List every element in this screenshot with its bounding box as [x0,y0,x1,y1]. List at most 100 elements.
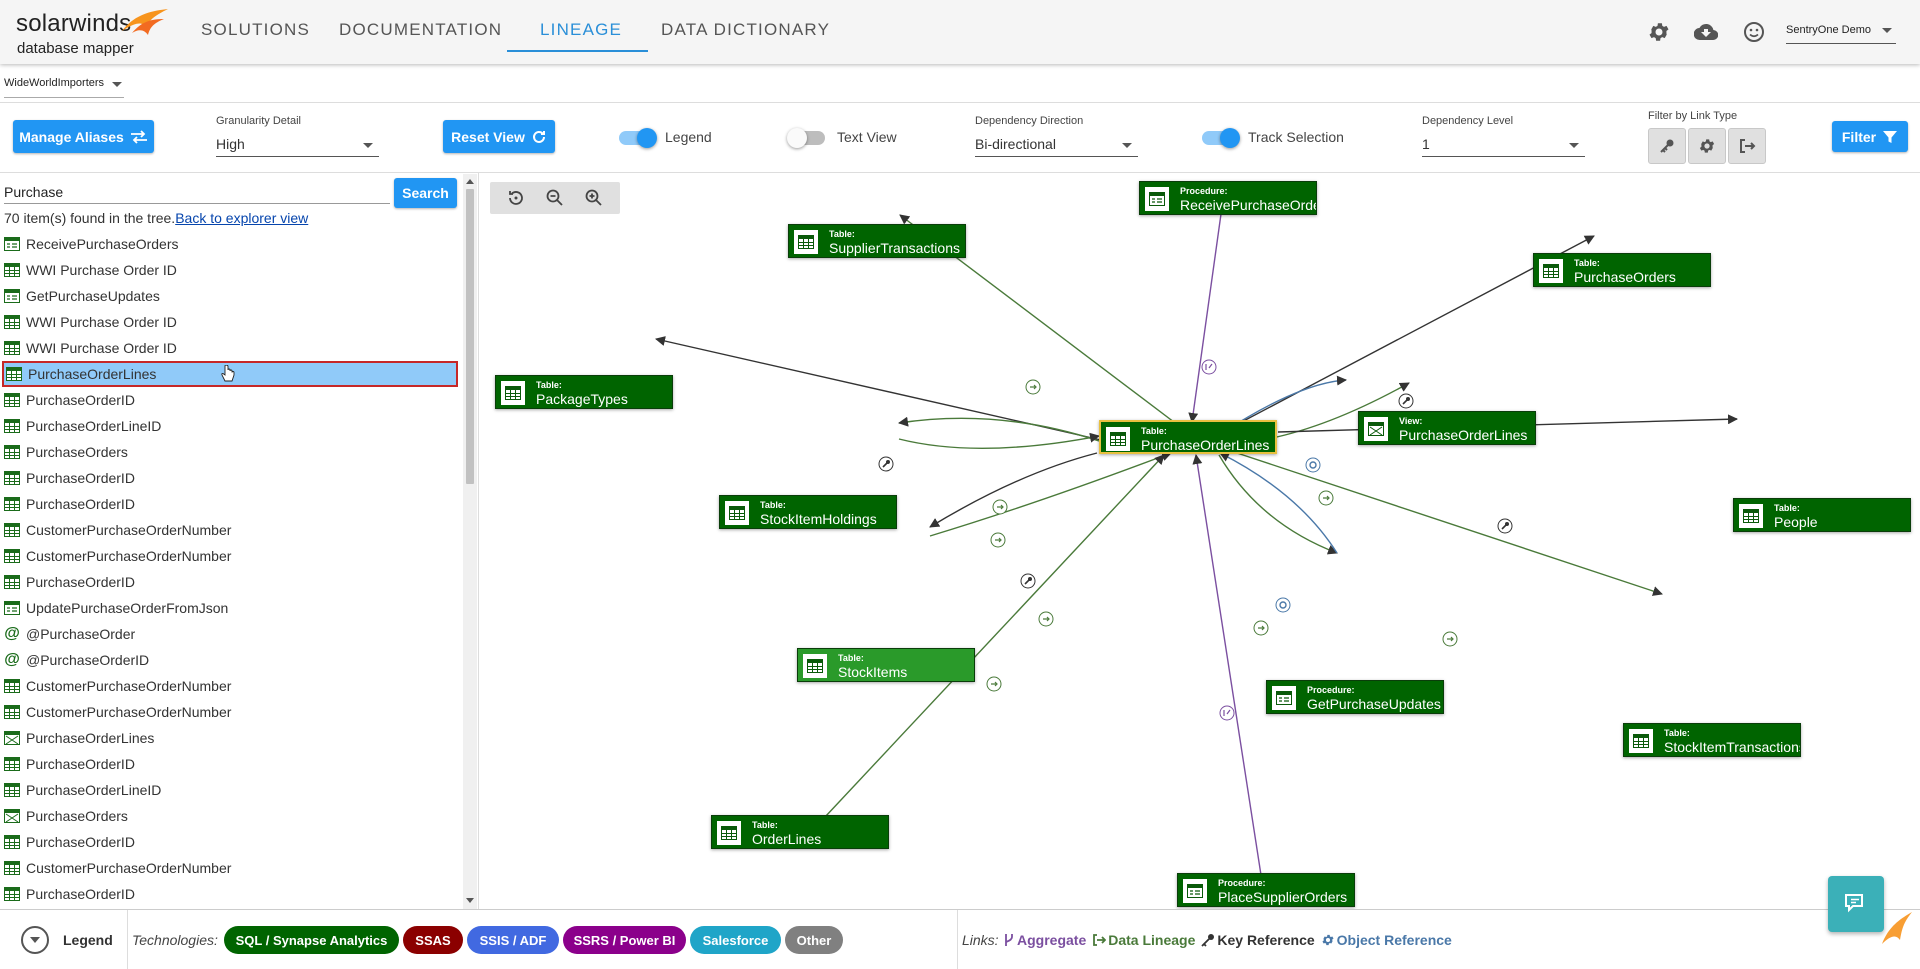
logo[interactable]: solarwinds database mapper [16,9,168,58]
link-line [1192,454,1262,876]
filter-button[interactable]: Filter [1832,121,1908,152]
reset-zoom-icon[interactable] [506,188,526,208]
database-select[interactable]: WideWorldImporters [4,74,124,98]
tree-item[interactable]: PurchaseOrders [0,803,462,829]
tree-item[interactable]: CustomerPurchaseOrderNumber [0,517,462,543]
nav-tab-documentation[interactable]: DOCUMENTATION [339,20,502,40]
filter-data-lineage-button[interactable] [1728,128,1766,164]
lineage-node[interactable]: Table: People [1733,498,1911,532]
lineage-node[interactable]: Table: StockItems [797,648,975,682]
solarwinds-flame-icon [1882,912,1912,944]
tree-item[interactable]: WWI Purchase Order ID [0,309,462,335]
granularity-select[interactable]: High [216,131,379,157]
tree-item[interactable]: PurchaseOrderID [0,569,462,595]
swap-arrows-icon [130,129,147,144]
dependency-level-select[interactable]: 1 [1422,131,1585,157]
filter-object-reference-button[interactable] [1688,128,1726,164]
tree-item-label: CustomerPurchaseOrderNumber [26,522,232,538]
user-select[interactable]: SentryOne Demo [1786,16,1896,44]
link-legend-aggregate-label: Aggregate [1017,932,1087,948]
zoom-in-icon[interactable] [584,188,604,208]
tree-item[interactable]: PurchaseOrderID [0,387,462,413]
table-icon [794,230,818,254]
chat-button[interactable] [1828,876,1884,932]
tree-item[interactable]: CustomerPurchaseOrderNumber [0,673,462,699]
tree-item[interactable]: WWI Purchase Order ID [0,257,462,283]
zoom-out-icon[interactable] [545,188,565,208]
tree-item[interactable]: PurchaseOrderLines [2,361,458,387]
tree-item-label: PurchaseOrderLineID [26,782,162,798]
tree-item[interactable]: ReceivePurchaseOrders [0,231,462,257]
tree-item[interactable]: WWI Purchase Order ID [0,335,462,361]
tree-scrollbar[interactable] [463,174,477,909]
legend-toggle[interactable] [619,128,657,148]
tree-item[interactable]: PurchaseOrderID [0,491,462,517]
tree-item[interactable]: PurchaseOrderLineID [0,777,462,803]
links-label: Links: [962,932,999,948]
lineage-node[interactable]: Table: StockItemTransactions [1623,723,1801,757]
direction-select[interactable]: Bi-directional [975,131,1138,157]
hand-cursor-icon [221,364,235,386]
node-type: Table: [1574,258,1600,268]
tree-item[interactable]: PurchaseOrderID [0,751,462,777]
lineage-node[interactable]: Table: PurchaseOrders [1533,253,1711,287]
lineage-node[interactable]: Table: StockItemHoldings [719,495,897,529]
lineage-canvas[interactable]: Table: PurchaseOrderLines Procedure: Receiv… [479,173,1920,909]
search-button[interactable]: Search [394,178,457,208]
node-name: StockItems [838,664,908,680]
tree-item[interactable]: @ @PurchaseOrder [0,621,462,647]
smiley-icon[interactable] [1742,20,1766,44]
nav-tab-data-dictionary[interactable]: DATA DICTIONARY [661,20,830,40]
lineage-node[interactable]: Table: PurchaseOrderLines [1099,420,1277,454]
reset-view-button[interactable]: Reset View [443,120,555,153]
node-type: Table: [1664,728,1690,738]
tree-item[interactable]: PurchaseOrderLines [0,725,462,751]
tree-item[interactable]: PurchaseOrderID [0,881,462,907]
lineage-node[interactable]: View: PurchaseOrderLines [1358,411,1536,445]
lineage-node[interactable]: Procedure: PlaceSupplierOrders [1177,873,1355,907]
tree-item[interactable]: PurchaseOrderID [0,829,462,855]
back-to-explorer-link[interactable]: Back to explorer view [175,210,308,226]
tree-item[interactable]: PurchaseOrderLineID [0,413,462,439]
filter-key-reference-button[interactable] [1648,128,1686,164]
track-selection-toggle[interactable] [1202,128,1240,148]
lineage-node[interactable]: Table: PackageTypes [495,375,673,409]
tree-item-label: PurchaseOrderID [26,886,135,902]
search-input[interactable] [4,180,390,204]
manage-aliases-button[interactable]: Manage Aliases [13,120,154,153]
parameter-icon: @ [4,625,20,642]
tree-item-label: @PurchaseOrderID [26,652,150,668]
nav-tab-lineage[interactable]: LINEAGE [540,20,622,40]
lineage-node[interactable]: Procedure: GetPurchaseUpdates [1266,680,1444,714]
tree-item[interactable]: PurchaseOrderID [0,465,462,491]
nav-tab-solutions[interactable]: SOLUTIONS [201,20,310,40]
tech-pill-salesforce: Salesforce [690,926,781,954]
tree-item[interactable]: PurchaseOrders [0,439,462,465]
tree-item-label: @PurchaseOrder [26,626,136,642]
text-view-toggle[interactable] [787,128,825,148]
tree-item[interactable]: CustomerPurchaseOrderNumber [0,699,462,725]
link-legend-lineage-label: Data Lineage [1108,932,1196,948]
scroll-up-arrow-icon[interactable] [466,178,474,184]
cloud-download-icon[interactable] [1694,20,1718,44]
lineage-node[interactable]: Table: OrderLines [711,815,889,849]
lineage-node[interactable]: Table: SupplierTransactions [788,224,966,258]
node-type: Procedure: [1307,685,1355,695]
tree-item[interactable]: UpdatePurchaseOrderFromJson [0,595,462,621]
lineage-node[interactable]: Procedure:ReceivePurchaseOrders [1139,181,1317,215]
tree-item[interactable]: CustomerPurchaseOrderNumber [0,855,462,881]
granularity-value: High [216,136,245,152]
gear-icon[interactable] [1647,20,1671,44]
legend-collapse-button[interactable] [21,926,49,954]
tree-item[interactable]: CustomerPurchaseOrderNumber [0,543,462,569]
flame-icon [122,9,168,35]
node-name: PlaceSupplierOrders [1218,889,1348,905]
tree-item[interactable]: GetPurchaseUpdates [0,283,462,309]
link-line [1188,213,1222,423]
scroll-down-arrow-icon[interactable] [466,898,474,904]
direction-value: Bi-directional [975,136,1056,152]
tree-item[interactable]: @ @PurchaseOrderID [0,647,462,673]
database-name: WideWorldImporters [4,77,105,89]
view-icon [1364,417,1388,441]
scroll-thumb[interactable] [466,189,474,484]
